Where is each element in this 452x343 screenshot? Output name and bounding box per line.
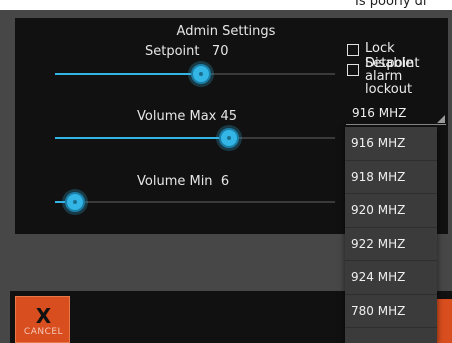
dropdown-option-924[interactable]: 924 MHZ — [345, 261, 437, 295]
dropdown-option-922[interactable]: 922 MHZ — [345, 228, 437, 261]
dropdown-option-920[interactable]: 920 MHZ — [345, 194, 437, 228]
disable-alarm-lockout-checkbox[interactable] — [347, 64, 359, 76]
setpoint-value: 70 — [211, 44, 229, 59]
cancel-button[interactable]: X CANCEL — [15, 296, 70, 343]
volume-max-value: 45 — [220, 109, 238, 124]
close-icon: X — [35, 304, 52, 328]
setpoint-slider-fill — [55, 73, 201, 75]
volume-max-slider[interactable] — [55, 137, 335, 139]
volume-max-slider-fill — [55, 137, 229, 139]
disable-alarm-lockout-label: Disable alarm lockout — [365, 56, 414, 97]
confirm-button-edge[interactable] — [437, 299, 452, 343]
spinner-corner-arrow-icon — [437, 115, 445, 123]
cancel-label: CANCEL — [23, 327, 64, 337]
volume-min-label: Volume Min 6 — [137, 174, 229, 189]
dialog-title: Admin Settings — [176, 24, 276, 39]
volume-min-slider-thumb[interactable] — [64, 192, 85, 212]
setpoint-label-text: Setpoint — [145, 44, 200, 59]
volume-min-value: 6 — [220, 174, 230, 189]
dropdown-option-780[interactable]: 780 MHZ — [345, 295, 437, 328]
volume-max-slider-thumb[interactable] — [218, 128, 239, 148]
frequency-selected: 916 MHZ — [352, 106, 407, 120]
setpoint-slider-thumb[interactable] — [190, 64, 211, 84]
disable-alarm-lockout-option[interactable]: Disable alarm lockout — [347, 57, 447, 96]
dropdown-option-918[interactable]: 918 MHZ — [345, 161, 437, 194]
status-text-fragment: Is poorly di — [355, 0, 427, 8]
volume-min-label-text: Volume Min — [137, 174, 213, 189]
volume-max-label: Volume Max 45 — [137, 109, 237, 124]
lock-setpoint-checkbox[interactable] — [347, 44, 359, 56]
dropdown-option-916[interactable]: 916 MHZ — [345, 127, 437, 161]
frequency-dropdown-list: 916 MHZ 918 MHZ 920 MHZ 922 MHZ 924 MHZ … — [345, 127, 437, 343]
volume-max-label-text: Volume Max — [137, 109, 217, 124]
frequency-spinner[interactable]: 916 MHZ — [346, 103, 446, 125]
volume-min-slider[interactable] — [55, 201, 335, 203]
setpoint-label: Setpoint 70 — [145, 44, 228, 59]
